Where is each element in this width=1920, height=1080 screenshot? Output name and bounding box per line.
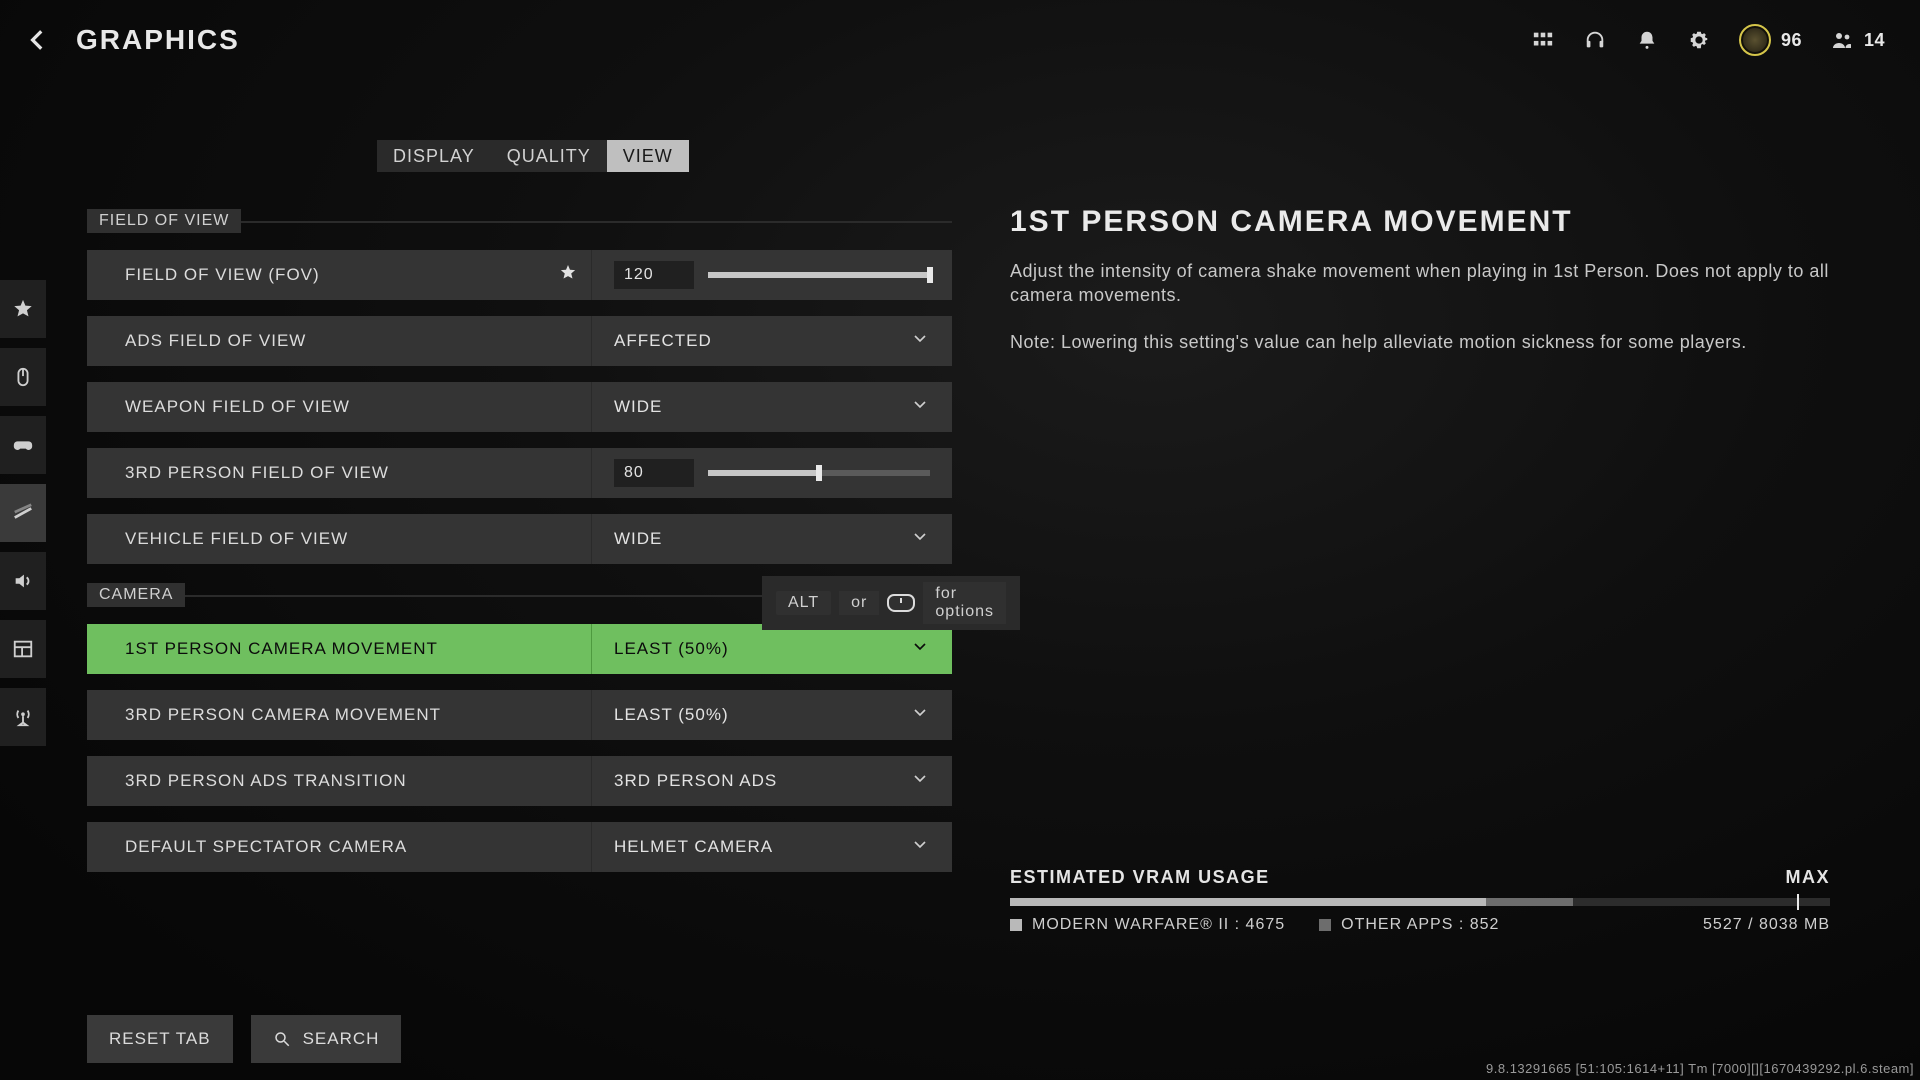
star-icon: [12, 298, 34, 320]
chevron-down-icon: [910, 395, 930, 420]
avatar-icon: [1739, 24, 1771, 56]
rail-controller[interactable]: [0, 416, 46, 474]
description-body-2: Note: Lowering this setting's value can …: [1010, 330, 1830, 354]
party-icon: [1830, 28, 1854, 52]
currency-value: 96: [1781, 30, 1802, 51]
search-icon: [273, 1030, 291, 1048]
chevron-down-icon: [910, 835, 930, 860]
side-rail: [0, 280, 46, 756]
fov-value-box[interactable]: 120: [614, 261, 694, 289]
row-value: 3RD PERSON ADS: [614, 771, 777, 791]
vram-bar: [1010, 898, 1830, 906]
tab-display[interactable]: DISPLAY: [377, 140, 491, 172]
controller-icon: [12, 434, 34, 456]
row-3rd-person-ads-transition[interactable]: 3RD PERSON ADS TRANSITION 3RD PERSON ADS: [87, 756, 952, 806]
bell-icon[interactable]: [1635, 28, 1659, 52]
chevron-down-icon: [910, 527, 930, 552]
chevron-down-icon: [910, 769, 930, 794]
headset-icon[interactable]: [1583, 28, 1607, 52]
alt-key: ALT: [776, 591, 831, 615]
vram-title: ESTIMATED VRAM USAGE: [1010, 867, 1270, 888]
apps-icon[interactable]: [1531, 28, 1555, 52]
row-value: WIDE: [614, 397, 662, 417]
row-3rd-person-camera-movement[interactable]: 3RD PERSON CAMERA MOVEMENT LEAST (50%): [87, 690, 952, 740]
description-title: 1ST PERSON CAMERA MOVEMENT: [1010, 205, 1830, 239]
party-indicator[interactable]: 14: [1830, 28, 1885, 52]
chevron-down-icon: [910, 329, 930, 354]
gear-icon[interactable]: [1687, 28, 1711, 52]
row-field-of-view[interactable]: FIELD OF VIEW (FOV) 120: [87, 250, 952, 300]
search-button[interactable]: SEARCH: [251, 1015, 402, 1063]
monitor-icon: [12, 502, 34, 524]
row-label: 3RD PERSON CAMERA MOVEMENT: [125, 705, 441, 725]
chevron-down-icon: [910, 637, 930, 662]
row-label: ADS FIELD OF VIEW: [125, 331, 306, 351]
rail-interface[interactable]: [0, 620, 46, 678]
row-value: HELMET CAMERA: [614, 837, 773, 857]
chevron-down-icon: [910, 703, 930, 728]
vram-legend-other: OTHER APPS : 852: [1319, 916, 1499, 934]
tab-quality[interactable]: QUALITY: [491, 140, 607, 172]
row-label: WEAPON FIELD OF VIEW: [125, 397, 350, 417]
vram-total: 5527 / 8038 MB: [1703, 916, 1830, 934]
section-camera: CAMERA ALT or for options: [87, 584, 952, 606]
currency-indicator[interactable]: 96: [1739, 24, 1802, 56]
fov-slider[interactable]: [708, 272, 930, 278]
party-count: 14: [1864, 30, 1885, 51]
row-label: FIELD OF VIEW (FOV): [125, 265, 320, 285]
description-body-1: Adjust the intensity of camera shake mov…: [1010, 259, 1830, 308]
row-default-spectator-camera[interactable]: DEFAULT SPECTATOR CAMERA HELMET CAMERA: [87, 822, 952, 872]
row-value: AFFECTED: [614, 331, 712, 351]
vram-legend-game: MODERN WARFARE® II : 4675: [1010, 916, 1285, 934]
row-label: VEHICLE FIELD OF VIEW: [125, 529, 348, 549]
third-fov-slider[interactable]: [708, 470, 930, 476]
chevron-left-icon: [25, 27, 51, 53]
row-label: 1ST PERSON CAMERA MOVEMENT: [125, 639, 438, 659]
vram-max-label: MAX: [1786, 867, 1831, 888]
mouse-icon: [12, 366, 34, 388]
graphics-tabs: DISPLAY QUALITY VIEW: [377, 140, 689, 172]
mouse-icon: [887, 594, 915, 612]
options-hint: ALT or for options: [762, 576, 1020, 630]
rail-audio[interactable]: [0, 552, 46, 610]
rail-graphics[interactable]: [0, 484, 46, 542]
build-string: 9.8.13291665 [51:105:1614+11] Tm [7000][…: [1486, 1061, 1914, 1076]
speaker-icon: [12, 570, 34, 592]
rail-mouse[interactable]: [0, 348, 46, 406]
row-weapon-field-of-view[interactable]: WEAPON FIELD OF VIEW WIDE: [87, 382, 952, 432]
vram-panel: ESTIMATED VRAM USAGE MAX MODERN WARFARE®…: [1010, 867, 1830, 934]
page-title: GRAPHICS: [76, 24, 240, 56]
setting-description: 1ST PERSON CAMERA MOVEMENT Adjust the in…: [1010, 205, 1830, 376]
row-ads-field-of-view[interactable]: ADS FIELD OF VIEW AFFECTED: [87, 316, 952, 366]
row-label: DEFAULT SPECTATOR CAMERA: [125, 837, 407, 857]
rail-favorite[interactable]: [0, 280, 46, 338]
row-1st-person-camera-movement[interactable]: 1ST PERSON CAMERA MOVEMENT LEAST (50%): [87, 624, 952, 674]
row-3rd-person-field-of-view[interactable]: 3RD PERSON FIELD OF VIEW 80: [87, 448, 952, 498]
antenna-icon: [12, 706, 34, 728]
reset-tab-button[interactable]: RESET TAB: [87, 1015, 233, 1063]
third-fov-value-box[interactable]: 80: [614, 459, 694, 487]
back-button[interactable]: [20, 22, 56, 58]
tab-view[interactable]: VIEW: [607, 140, 689, 172]
row-label: 3RD PERSON FIELD OF VIEW: [125, 463, 389, 483]
layout-icon: [12, 638, 34, 660]
row-vehicle-field-of-view[interactable]: VEHICLE FIELD OF VIEW WIDE: [87, 514, 952, 564]
row-value: LEAST (50%): [614, 639, 729, 659]
section-field-of-view: FIELD OF VIEW: [87, 210, 952, 232]
row-label: 3RD PERSON ADS TRANSITION: [125, 771, 407, 791]
row-value: WIDE: [614, 529, 662, 549]
star-icon: [559, 264, 577, 287]
rail-network[interactable]: [0, 688, 46, 746]
row-value: LEAST (50%): [614, 705, 729, 725]
